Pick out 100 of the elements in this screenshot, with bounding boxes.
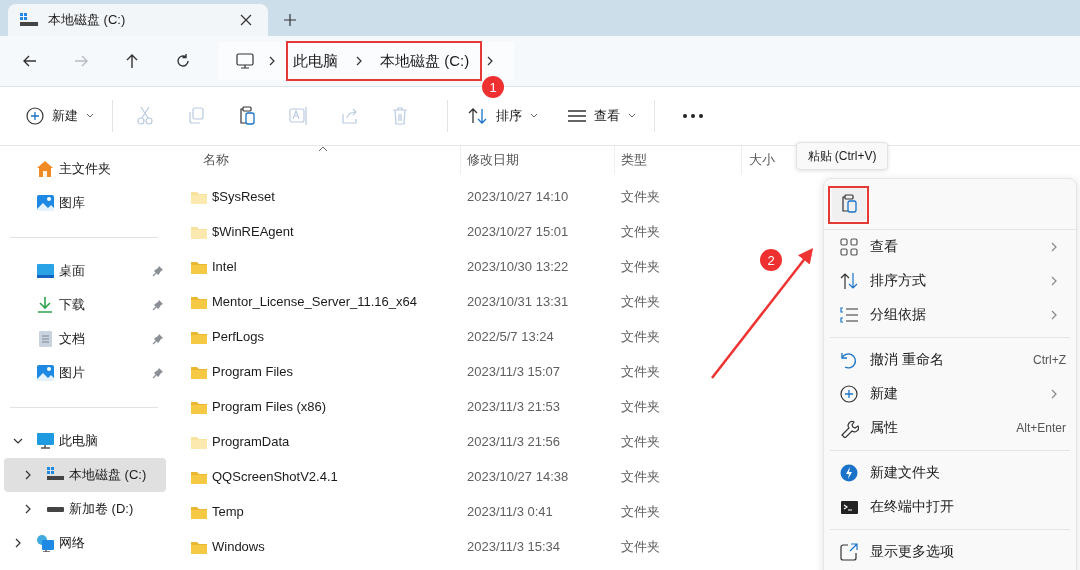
drive-icon <box>46 505 65 513</box>
forward-icon <box>73 53 89 69</box>
desktop-icon <box>36 262 55 280</box>
caret-icon <box>628 112 636 120</box>
new-button[interactable]: 新建 <box>22 99 98 133</box>
view-button[interactable]: 查看 <box>564 99 640 133</box>
file-name[interactable]: Mentor_License_Server_11.16_x64 <box>212 294 417 309</box>
table-cell-text: 文件夹 <box>620 432 661 451</box>
sidebar-item[interactable]: 桌面 <box>4 254 166 288</box>
table-cell-text: 2023/11/3 15:07 <box>466 364 561 379</box>
file-name[interactable]: Temp <box>212 504 244 519</box>
share-icon <box>340 106 358 126</box>
back-icon <box>22 53 38 69</box>
sidebar-item[interactable]: 文档 <box>4 322 166 356</box>
breadcrumb-item[interactable]: 此电脑 <box>290 47 341 75</box>
column-header[interactable]: 名称 <box>185 146 461 174</box>
sort-up-icon <box>317 146 328 152</box>
menu-item[interactable]: 新建 <box>824 377 1076 411</box>
sidebar-item[interactable]: 图库 <box>4 186 166 220</box>
sort-arrows-icon <box>468 107 488 125</box>
sidebar-item[interactable]: 本地磁盘 (C:) <box>4 458 166 492</box>
highlight-frame <box>828 186 869 224</box>
menu-item[interactable]: 查看 <box>824 230 1076 264</box>
file-name[interactable]: PerfLogs <box>212 329 265 344</box>
table-cell-text: 2023/11/3 21:53 <box>466 399 561 414</box>
caret-icon <box>530 112 538 120</box>
picture-icon <box>36 364 55 382</box>
caret-icon <box>86 112 94 120</box>
sidebar-item[interactable]: 下载 <box>4 288 166 322</box>
sidebar-item[interactable]: 此电脑 <box>4 424 166 458</box>
table-cell-text: 2023/11/3 0:41 <box>466 504 554 519</box>
step-badge: 1 <box>482 76 504 98</box>
shortcut-text: Ctrl+Z <box>1033 353 1066 367</box>
table-cell-text: 文件夹 <box>620 327 661 346</box>
menu-item[interactable]: 分组依据 <box>824 298 1076 332</box>
sidebar-item[interactable]: 新加卷 (D:) <box>4 492 166 526</box>
menu-item[interactable]: 排序方式 <box>824 264 1076 298</box>
table-cell-text: 文件夹 <box>620 362 661 381</box>
sidebar-item[interactable]: 网络 <box>4 526 166 560</box>
copy-icon <box>187 106 205 126</box>
table-cell-text: 文件夹 <box>620 257 661 276</box>
sidebar-item[interactable]: 图片 <box>4 356 166 390</box>
tab[interactable]: 本地磁盘 (C:) <box>8 4 268 36</box>
column-header[interactable]: 类型 <box>615 146 742 174</box>
file-name[interactable]: $WinREAgent <box>212 224 294 239</box>
table-cell-text: 文件夹 <box>620 222 661 241</box>
clipboard-icon <box>840 194 858 214</box>
file-name[interactable]: Program Files <box>212 364 293 379</box>
shortcut-text: Alt+Enter <box>1016 421 1066 435</box>
menu-item[interactable]: 新建文件夹 <box>824 456 1076 490</box>
more-icon <box>683 114 703 118</box>
file-name[interactable]: ProgramData <box>212 434 290 449</box>
tooltip: 粘贴 (Ctrl+V) <box>796 142 888 170</box>
table-cell-text: 文件夹 <box>620 502 661 521</box>
table-cell-text: 2023/10/30 13:22 <box>466 259 570 274</box>
file-name[interactable]: Program Files (x86) <box>212 399 327 414</box>
bolt-circle-icon <box>840 463 859 483</box>
table-cell-text: 2023/10/27 14:10 <box>466 189 570 204</box>
wrench-icon <box>840 418 859 438</box>
paste-button[interactable] <box>832 187 866 221</box>
sort-arrows-icon <box>840 271 859 291</box>
table-cell-text: 2023/11/3 21:56 <box>466 434 561 449</box>
table-cell-text: 文件夹 <box>620 292 661 311</box>
network-icon <box>36 534 55 552</box>
group-list-icon <box>840 305 859 325</box>
sidebar-item[interactable]: 主文件夹 <box>4 152 166 186</box>
close-icon <box>240 14 252 26</box>
table-cell-text: 文件夹 <box>620 537 661 556</box>
table-cell-text: 文件夹 <box>620 397 661 416</box>
refresh-icon <box>175 53 191 69</box>
home-icon <box>36 160 55 178</box>
rename-icon <box>289 106 307 126</box>
menu-item[interactable]: 属性 Alt+Enter <box>824 411 1076 445</box>
menu-item[interactable]: 在终端中打开 <box>824 490 1076 524</box>
column-header[interactable]: 修改日期 <box>461 146 615 174</box>
file-name[interactable]: Windows <box>212 539 265 554</box>
sort-button[interactable]: 排序 <box>464 99 542 133</box>
menu-item[interactable]: 撤消 重命名 Ctrl+Z <box>824 343 1076 377</box>
grid-icon <box>840 237 859 257</box>
table-cell-text: 2023/10/27 14:38 <box>466 469 570 484</box>
monitor-icon <box>36 432 55 450</box>
open-external-icon <box>840 542 859 562</box>
step-badge: 2 <box>760 249 782 271</box>
file-name[interactable]: Intel <box>212 259 237 274</box>
document-icon <box>36 330 55 348</box>
file-name[interactable]: $SysReset <box>212 189 275 204</box>
plus-circle-icon <box>26 107 44 125</box>
drive-icon <box>20 13 38 27</box>
address-bar[interactable]: 此电脑 本地磁盘 (C:) <box>218 42 515 80</box>
table-cell-text: 2023/11/3 15:34 <box>466 539 561 554</box>
up-arrow-icon <box>124 53 140 69</box>
table-cell-text: 2023/10/31 13:31 <box>466 294 570 309</box>
breadcrumb-item[interactable]: 本地磁盘 (C:) <box>377 47 473 75</box>
menu-item[interactable]: 显示更多选项 <box>824 535 1076 569</box>
download-icon <box>36 296 55 314</box>
gallery-icon <box>36 194 55 212</box>
file-name[interactable]: QQScreenShotV2.4.1 <box>212 469 338 484</box>
lines-icon <box>568 109 586 123</box>
table-cell-text: 文件夹 <box>620 467 661 486</box>
plus-icon <box>284 14 296 26</box>
